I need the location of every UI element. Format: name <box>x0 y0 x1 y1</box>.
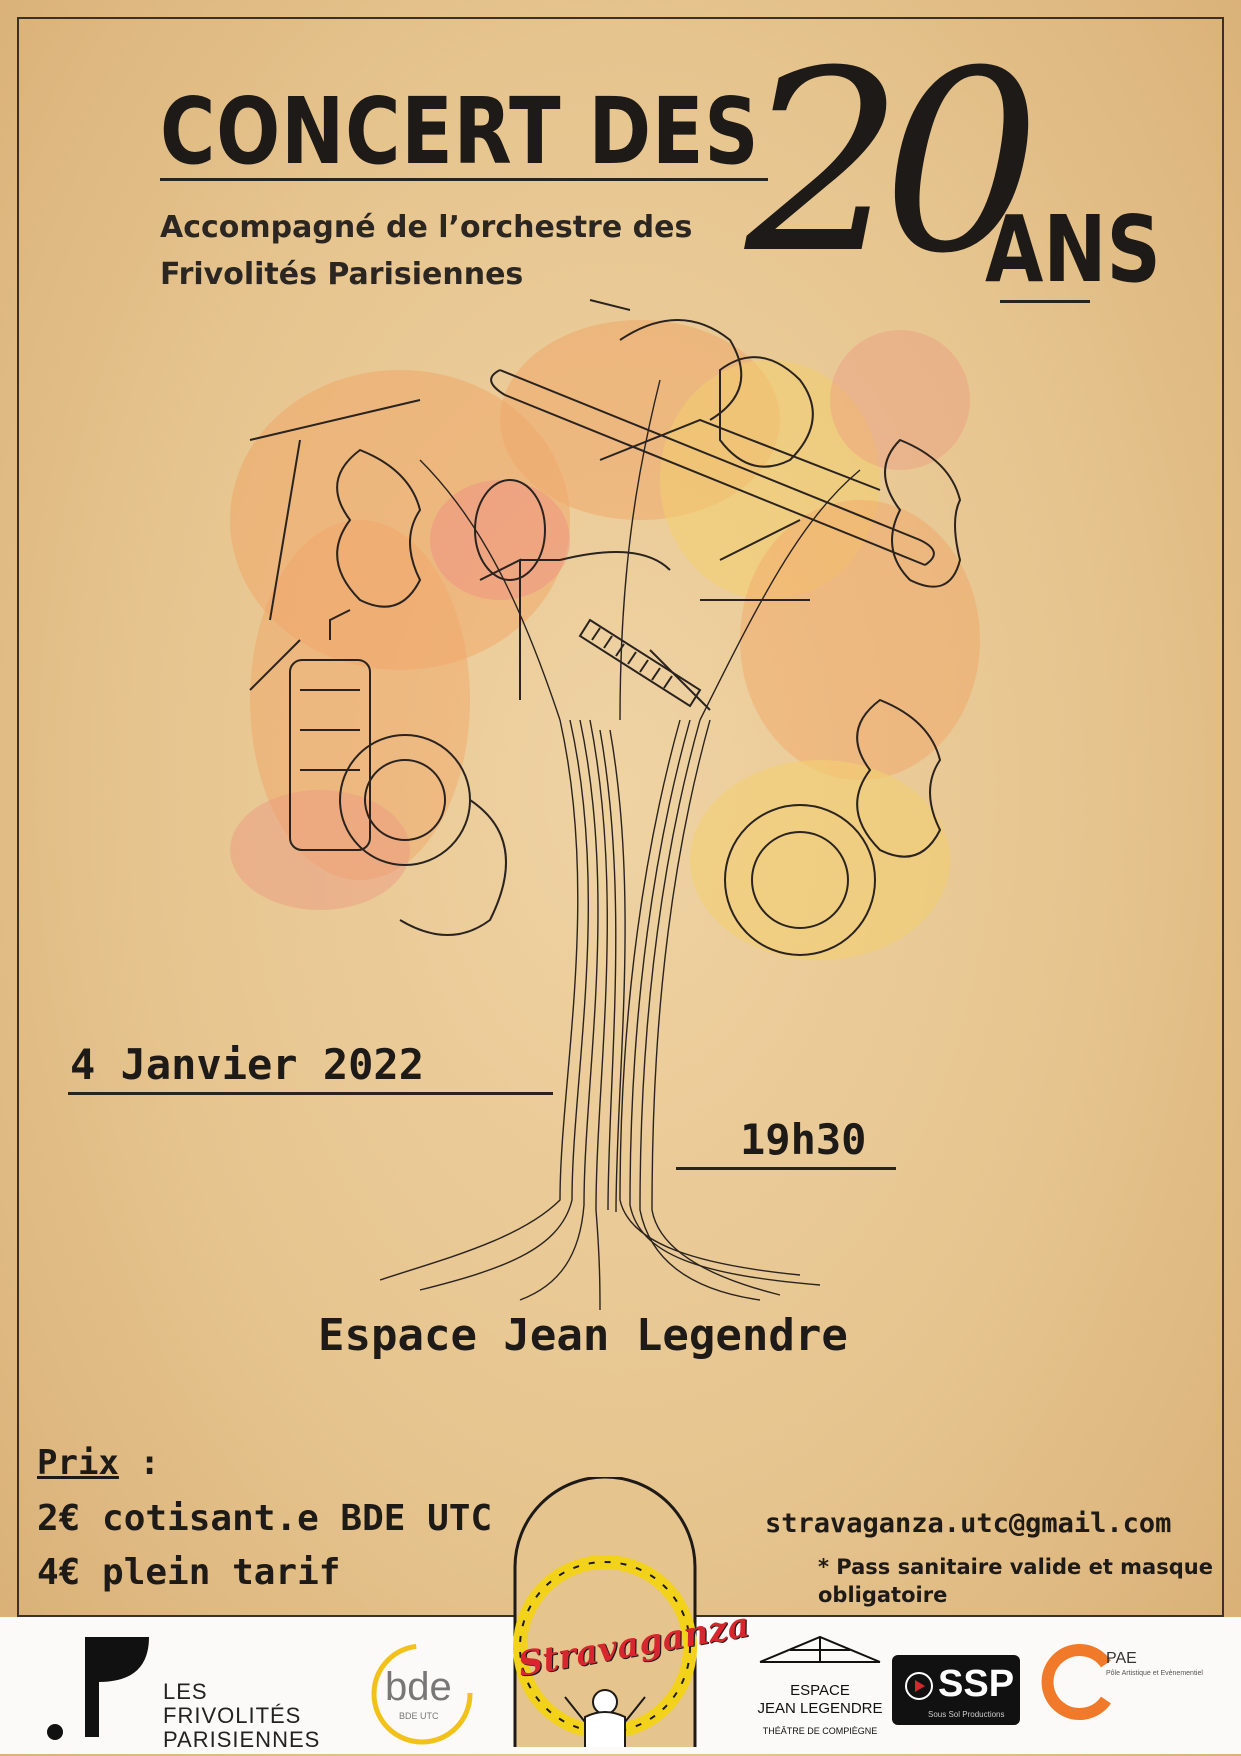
play-icon <box>905 1672 933 1700</box>
bde-logo: bde BDE UTC <box>365 1637 480 1752</box>
stravaganza-badge-icon <box>513 1475 697 1747</box>
espace-jean-legendre-logo: ESPACE JEAN LEGENDRE THÉÂTRE DE COMPIÈGN… <box>750 1632 890 1742</box>
event-time: 19h30 <box>740 1115 867 1164</box>
event-venue: Espace Jean Legendre <box>318 1310 848 1361</box>
espace-mark-icon <box>759 1635 881 1663</box>
pae-logo: PAE Pôle Artistique et Evènementiel <box>1040 1642 1230 1732</box>
color-blobs <box>230 320 980 960</box>
note-asterisk: * <box>818 1555 829 1579</box>
stravaganza-logo: Stravaganza <box>505 1475 753 1752</box>
price-full: 4€ plein tarif <box>37 1552 341 1593</box>
contact-email[interactable]: stravaganza.utc@gmail.com <box>765 1508 1171 1539</box>
frivolites-mark-icon <box>47 1637 149 1740</box>
date-underline <box>68 1092 553 1095</box>
sponsor-footer: LES FRIVOLITÉS PARISIENNES bde BDE UTC S… <box>0 1475 1241 1754</box>
ssp-logo: SSP Sous Sol Productions <box>892 1655 1020 1725</box>
health-note: * Pass sanitaire valide et masque obliga… <box>818 1555 1213 1607</box>
frivolites-wordmark: LES FRIVOLITÉS PARISIENNES <box>163 1679 321 1752</box>
price-member: 2€ cotisant.e BDE UTC <box>37 1498 493 1539</box>
pricing-heading: Prix : <box>37 1443 160 1483</box>
tree-illustration <box>230 299 980 1311</box>
time-underline <box>676 1167 896 1170</box>
event-date: 4 Janvier 2022 <box>70 1040 425 1089</box>
frivolites-logo <box>45 1632 155 1742</box>
